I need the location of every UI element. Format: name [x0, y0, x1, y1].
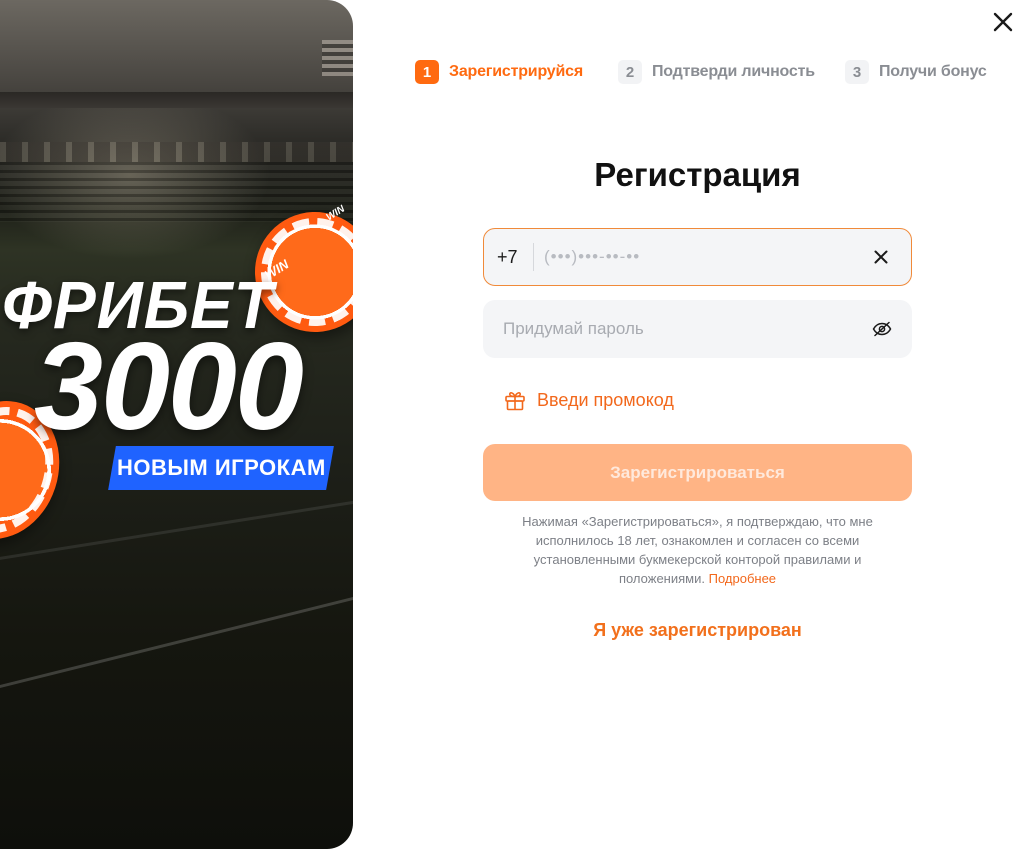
- step-number: 2: [618, 60, 642, 84]
- registration-modal: WIN WIN ФРИБЕТ 3000 НОВЫМ ИГРОКАМ 1 Заре…: [0, 0, 1026, 849]
- gift-icon: [505, 392, 525, 411]
- password-input[interactable]: [503, 319, 862, 339]
- promo-amount: 3000: [34, 318, 304, 456]
- stadium-roof: [0, 92, 353, 108]
- legal-disclaimer: Нажимая «Зарегистрироваться», я подтверж…: [503, 512, 892, 588]
- close-icon: [993, 12, 1013, 32]
- field-line: [0, 588, 353, 693]
- more-info-link[interactable]: Подробнее: [709, 571, 776, 586]
- already-registered-link[interactable]: Я уже зарегистрирован: [483, 620, 912, 641]
- promo-banner: WIN WIN ФРИБЕТ 3000 НОВЫМ ИГРОКАМ: [0, 0, 353, 849]
- legal-text: Нажимая «Зарегистрироваться», я подтверж…: [522, 514, 873, 586]
- toggle-password-visibility-button[interactable]: [862, 309, 902, 349]
- step-number: 1: [415, 60, 439, 84]
- step-register: 1 Зарегистрируйся: [415, 60, 583, 84]
- promo-code-label: Введи промокод: [537, 389, 674, 410]
- step-label: Зарегистрируйся: [449, 63, 583, 80]
- step-bonus: 3 Получи бонус: [845, 60, 987, 84]
- promo-code-link[interactable]: Введи промокод: [503, 388, 674, 412]
- page-title: Регистрация: [594, 156, 801, 193]
- phone-field: +7: [483, 228, 912, 286]
- divider: [533, 243, 534, 271]
- close-button[interactable]: [989, 8, 1017, 36]
- clear-icon: [874, 250, 888, 264]
- password-field: [483, 300, 912, 358]
- stadium-lights: [0, 142, 353, 162]
- step-label: Получи бонус: [879, 63, 987, 80]
- phone-input[interactable]: [544, 247, 861, 267]
- floodlight-mast: [322, 40, 353, 76]
- step-verify: 2 Подтверди личность: [618, 60, 815, 84]
- eye-off-icon: [872, 321, 892, 337]
- phone-prefix: +7: [497, 246, 518, 267]
- promo-badge-label: НОВЫМ ИГРОКАМ: [116, 455, 326, 480]
- promo-badge: НОВЫМ ИГРОКАМ: [108, 446, 334, 490]
- register-button[interactable]: Зарегистрироваться: [483, 444, 912, 501]
- field-line: [0, 494, 353, 563]
- step-label: Подтверди личность: [652, 63, 815, 80]
- clear-phone-button[interactable]: [861, 237, 901, 277]
- step-number: 3: [845, 60, 869, 84]
